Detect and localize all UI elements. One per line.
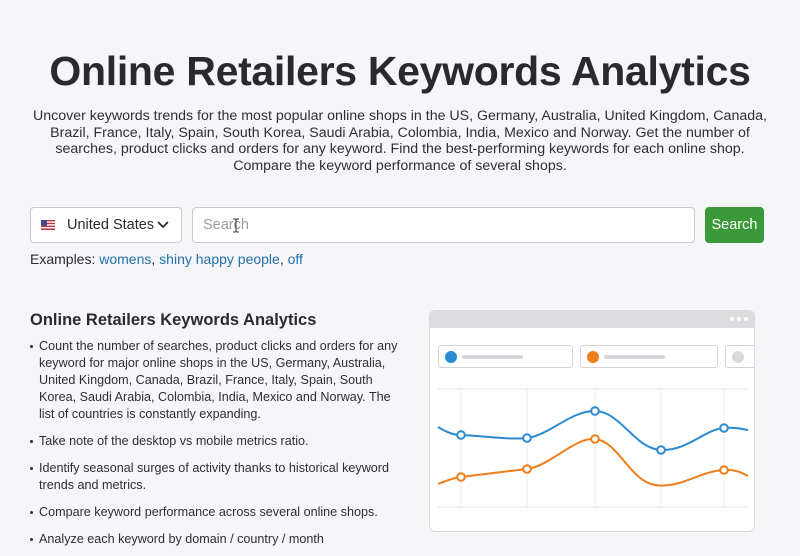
example-link-womens[interactable]: womens: [99, 251, 151, 267]
chart-point: [522, 433, 532, 443]
chart-point: [456, 472, 466, 482]
text-cursor-icon: [233, 218, 239, 233]
search-button[interactable]: Search: [705, 207, 764, 243]
chart-point: [656, 445, 666, 455]
list-item: Count the number of searches, product cl…: [30, 338, 400, 423]
chart-point: [719, 465, 729, 475]
search-input[interactable]: [192, 207, 695, 243]
chevron-down-icon: [157, 221, 169, 228]
examples-label: Examples:: [30, 251, 96, 267]
features-title: Online Retailers Keywords Analytics: [30, 311, 317, 329]
examples: Examples: womens, shiny happy people, of…: [30, 251, 303, 267]
line-chart-illustration: [437, 388, 749, 508]
list-item: Take note of the desktop vs mobile metri…: [30, 433, 400, 450]
chart-point: [590, 406, 600, 416]
chart-point: [719, 423, 729, 433]
example-link-shiny-happy-people[interactable]: shiny happy people: [159, 251, 280, 267]
chart-point: [522, 464, 532, 474]
chart-point: [456, 430, 466, 440]
orange-trend-line: [437, 437, 749, 487]
example-link-off[interactable]: off: [288, 251, 303, 267]
features-list: Count the number of searches, product cl…: [30, 338, 400, 556]
page-intro: Uncover keywords trends for the most pop…: [33, 108, 767, 174]
list-item: Identify seasonal surges of activity tha…: [30, 460, 400, 494]
us-flag-icon: [41, 220, 55, 230]
blue-trend-line: [437, 409, 749, 452]
list-item: Compare keyword performance across sever…: [30, 504, 400, 521]
country-select[interactable]: United States: [30, 207, 182, 243]
analytics-illustration: [429, 310, 755, 532]
page-title: Online Retailers Keywords Analytics: [49, 48, 751, 94]
chart-point: [590, 434, 600, 444]
country-select-label: United States: [67, 217, 155, 233]
list-item: Analyze each keyword by domain / country…: [30, 531, 400, 548]
